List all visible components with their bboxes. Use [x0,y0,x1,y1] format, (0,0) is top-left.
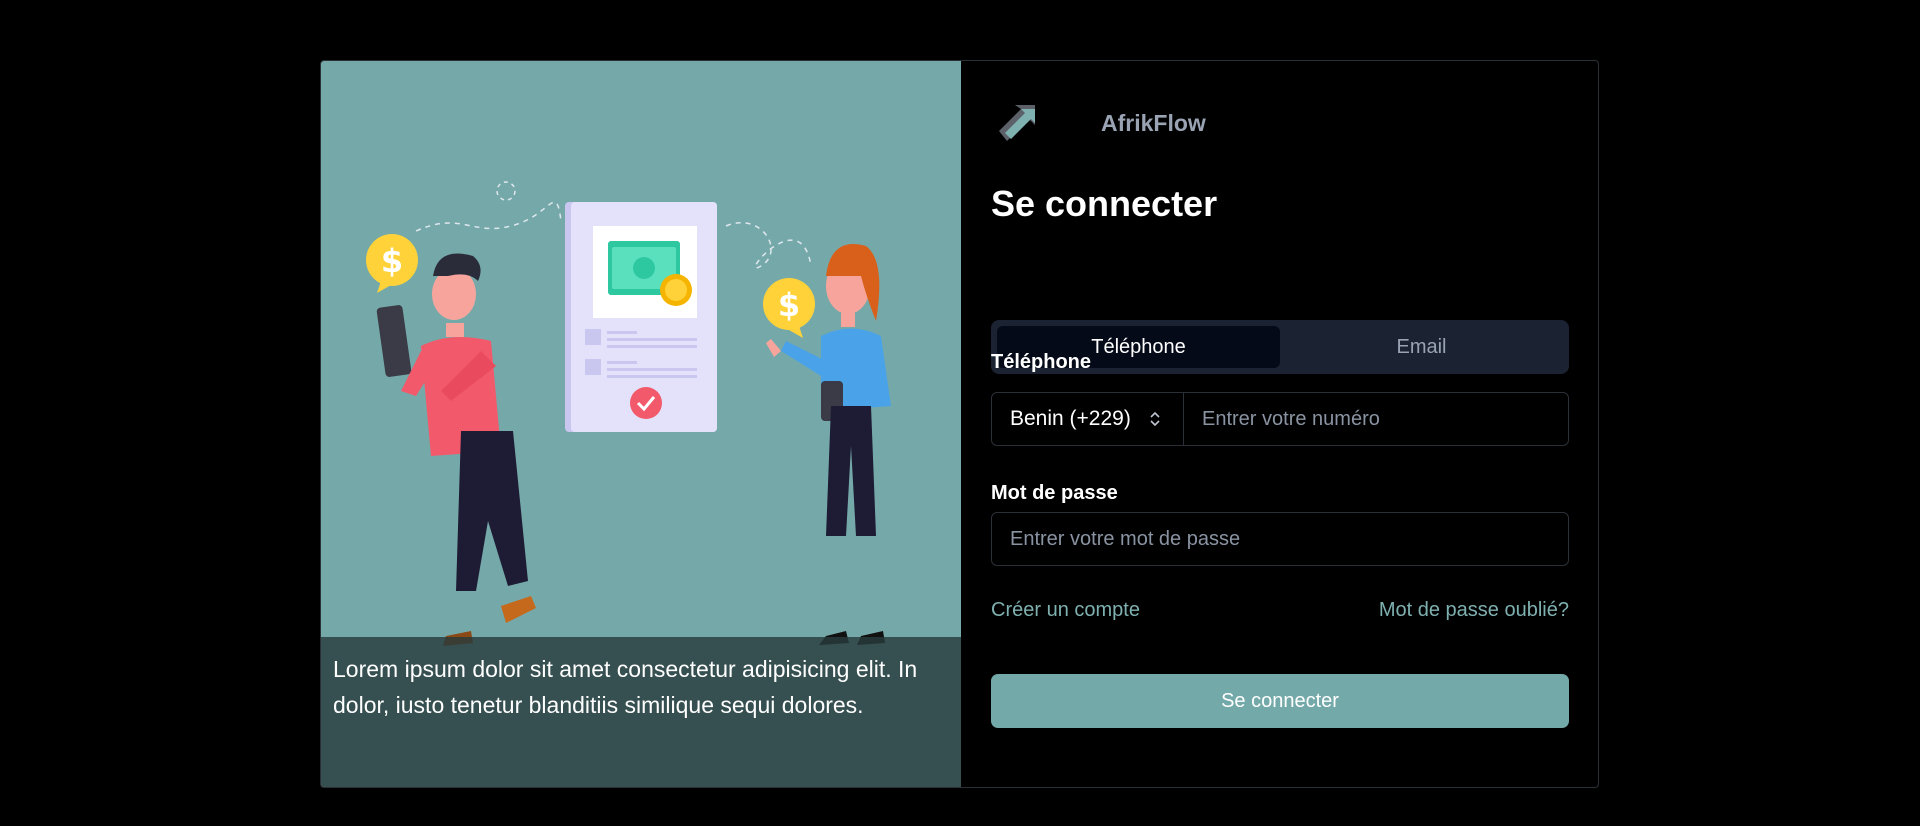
login-button[interactable]: Se connecter [991,674,1569,728]
tab-email[interactable]: Email [1280,326,1563,368]
illustration-caption: Lorem ipsum dolor sit amet consectetur a… [321,637,961,787]
password-label: Mot de passe [991,482,1118,504]
chevron-up-down-icon [1150,411,1160,427]
brand: AfrikFlow [991,103,1206,143]
svg-text:$: $ [381,242,403,280]
phone-field-group: Benin (+229) [991,392,1569,446]
country-select[interactable]: Benin (+229) [992,393,1184,445]
create-account-link[interactable]: Créer un compte [991,599,1140,622]
phone-input[interactable] [1184,393,1568,445]
phone-label: Téléphone [991,351,1092,373]
account-links: Créer un compte Mot de passe oublié? [991,599,1569,622]
login-panel: AfrikFlow Se connecter Téléphone Email T… [961,61,1598,787]
country-select-value: Benin (+229) [1010,407,1131,430]
login-card: $ $ Lorem ipsum dolor sit amet consectet… [320,60,1599,788]
brand-name: AfrikFlow [1101,109,1206,136]
page-title: Se connecter [991,183,1218,224]
password-field-wrapper [991,512,1569,566]
forgot-password-link[interactable]: Mot de passe oublié? [1379,599,1569,622]
illustration-panel: $ $ Lorem ipsum dolor sit amet consectet… [321,61,961,787]
svg-text:$: $ [778,286,800,324]
afrikflow-logo-icon [999,105,1035,141]
password-input[interactable] [992,513,1568,565]
